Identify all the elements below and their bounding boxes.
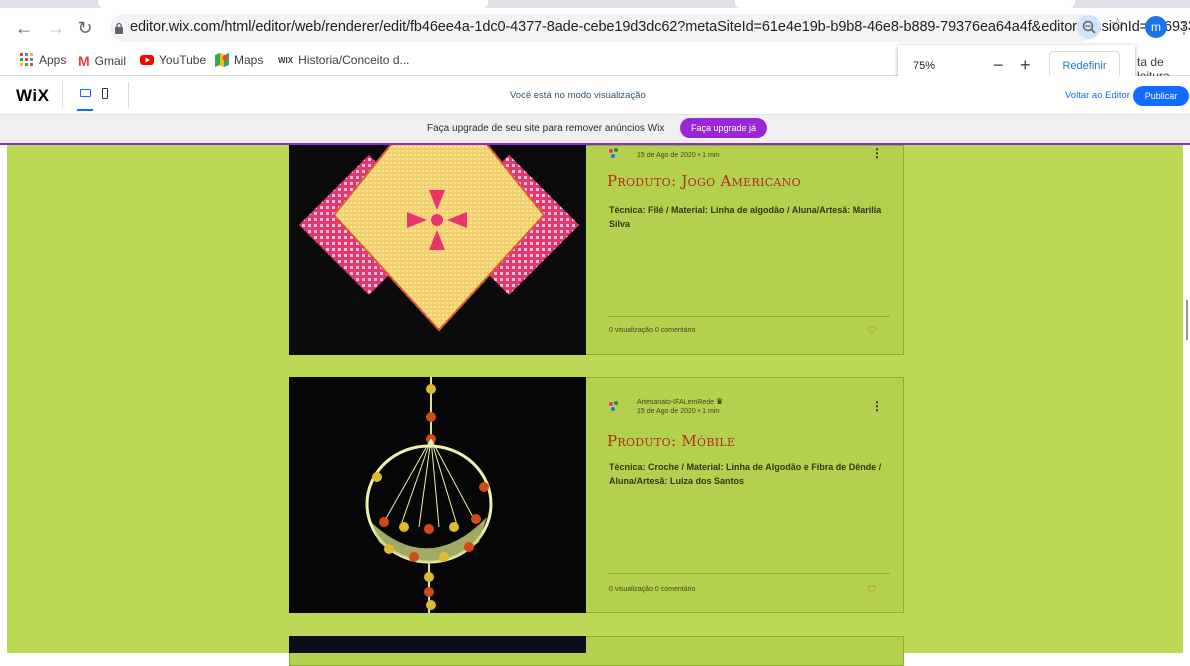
back-arrow-icon[interactable]: ←: [14, 18, 34, 38]
post-description: Técnica: Filé / Material: Linha de algod…: [609, 205, 882, 229]
post-date: 15 de Ago de 2020 • 1 min: [637, 152, 720, 159]
desktop-view-icon[interactable]: [80, 89, 91, 97]
post-description: Técnica: Croche / Material: Linha de Alg…: [609, 462, 882, 486]
bookmark-apps[interactable]: Apps: [20, 53, 66, 67]
like-heart-icon[interactable]: ♡: [867, 583, 877, 596]
bookmark-star-icon[interactable]: ☆: [1110, 15, 1125, 35]
bookmark-label: Gmail: [94, 54, 127, 68]
bookmark-label: YouTube: [159, 53, 207, 67]
bookmark-historia[interactable]: WIX Historia/Conceito d...: [278, 53, 410, 67]
bookmark-label: Historia/Conceito d...: [298, 53, 410, 67]
post-image[interactable]: [289, 145, 586, 355]
author-avatar[interactable]: [607, 147, 625, 161]
bookmark-youtube[interactable]: YouTube: [140, 53, 206, 67]
forward-arrow-icon[interactable]: →: [46, 18, 66, 38]
chrome-menu-icon[interactable]: ⋮: [1176, 18, 1190, 38]
active-tab[interactable]: [98, 0, 488, 8]
post-menu-icon[interactable]: ⋮: [871, 146, 883, 160]
zoom-value: 75%: [913, 60, 936, 72]
bookmark-gmail[interactable]: M Gmail: [78, 53, 126, 69]
like-heart-icon[interactable]: ♡: [867, 324, 877, 337]
divider: [607, 316, 890, 317]
author-avatar[interactable]: [607, 400, 625, 414]
reload-icon[interactable]: ↻: [75, 18, 95, 38]
post-title[interactable]: Produto: Jogo Americano: [607, 172, 801, 190]
wix-icon: WIX: [278, 55, 294, 65]
post-date: 15 de Ago de 2020 • 1 min: [637, 408, 720, 415]
zoom-reset-button[interactable]: Redefinir: [1049, 51, 1120, 79]
post-image[interactable]: [289, 377, 586, 613]
maps-icon: [215, 53, 229, 67]
upgrade-button[interactable]: Faça upgrade já: [680, 118, 767, 138]
divider: [62, 82, 63, 108]
wix-logo: WiX: [16, 86, 50, 105]
bookmark-label: Maps: [234, 53, 264, 67]
mobile-image: [289, 377, 586, 613]
url-text[interactable]: editor.wix.com/html/editor/web/renderer/…: [130, 19, 1190, 35]
gmail-icon: M: [78, 53, 90, 69]
post-author[interactable]: Artesanato-IFALemRede ♛: [637, 397, 723, 406]
upgrade-banner-text: Faça upgrade de seu site para remover an…: [427, 123, 665, 134]
bookmark-maps[interactable]: Maps: [215, 53, 263, 67]
post-stats: 0 visualização 0 comentário: [609, 586, 696, 593]
lock-icon: [115, 22, 123, 34]
preview-mode-text: Você está no modo visualização: [510, 90, 646, 101]
zoom-out-button[interactable]: −: [993, 55, 1004, 76]
apps-grid-icon: [20, 53, 33, 66]
zoom-in-button[interactable]: +: [1020, 55, 1031, 76]
active-view-indicator: [77, 109, 93, 111]
profile-avatar[interactable]: m: [1145, 16, 1167, 38]
placemat-image: [289, 145, 586, 355]
post-image[interactable]: [289, 636, 586, 653]
publish-button[interactable]: Publicar: [1133, 86, 1189, 106]
bookmark-label: Apps: [39, 53, 67, 67]
back-to-editor-link[interactable]: Voltar ao Editor: [1065, 90, 1130, 101]
mobile-view-icon[interactable]: [102, 88, 108, 99]
crown-icon: ♛: [716, 397, 724, 406]
author-name: Artesanato-IFALemRede: [637, 399, 715, 406]
post-stats: 0 visualização 0 comentário: [609, 327, 696, 334]
scrollbar[interactable]: [1186, 300, 1188, 340]
browser-tab[interactable]: [735, 0, 1075, 8]
divider: [128, 82, 129, 108]
youtube-icon: [140, 55, 154, 65]
divider: [607, 573, 890, 574]
post-title[interactable]: Produto: Móbile: [607, 432, 735, 450]
zoom-icon[interactable]: [1077, 15, 1101, 39]
post-menu-icon[interactable]: ⋮: [871, 399, 883, 413]
